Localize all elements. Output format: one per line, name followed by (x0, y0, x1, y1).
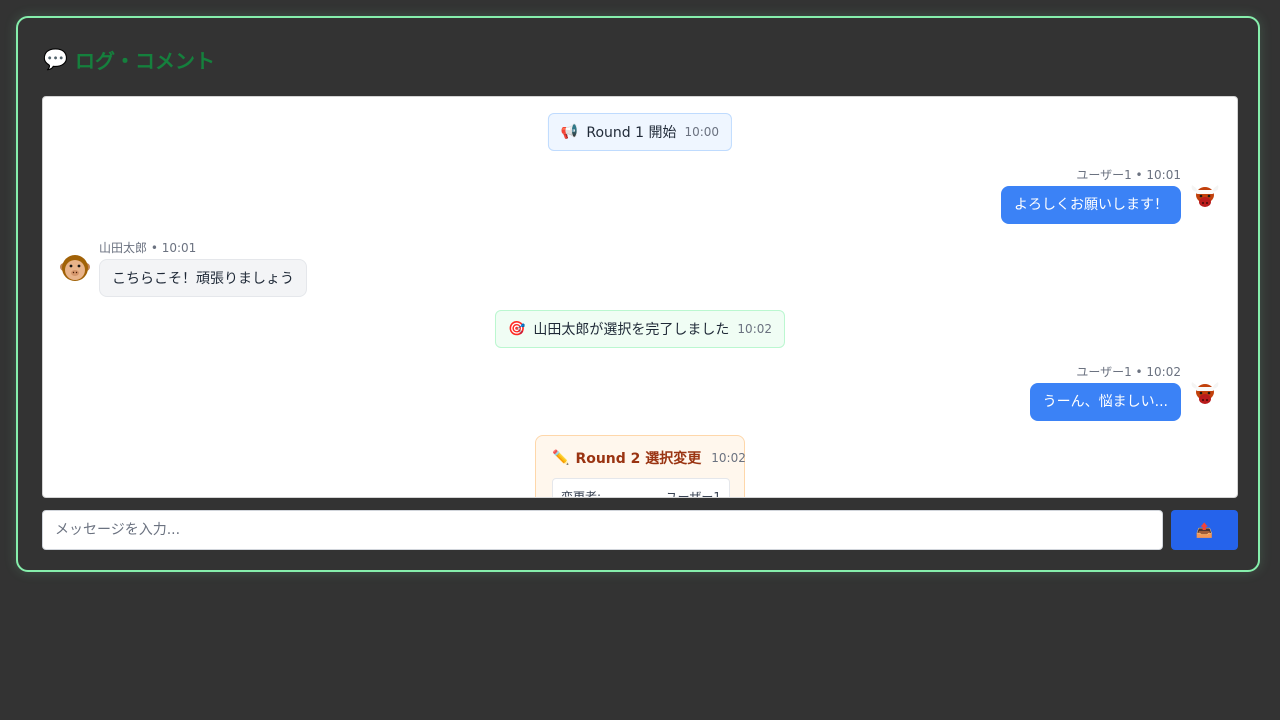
my-message-bubble: よろしくお願いします！ (1001, 186, 1181, 224)
panel-title: ログ・コメント (75, 48, 215, 73)
megaphone-icon: 📢 (560, 124, 579, 140)
system-message: 🎯 山田太郎が選択を完了しました 10:02 (494, 310, 786, 348)
send-button[interactable]: 📤 (1171, 510, 1238, 550)
message-meta: 山田太郎 • 10:01 (99, 241, 197, 255)
ox-icon (1191, 382, 1219, 404)
change-detail: 変更者: ユーザー1 (552, 478, 730, 498)
system-message: 📢 Round 1 開始 10:00 (547, 113, 733, 151)
chat-log[interactable]: 📢 Round 1 開始 10:00 ユーザー1 • 10:01 よろしくお願い… (42, 96, 1238, 498)
panel-header: 💬 ログ・コメント (43, 44, 215, 74)
message-time: 10:02 (737, 322, 773, 336)
message-meta: ユーザー1 • 10:01 (1076, 168, 1181, 182)
other-message-bubble: こちらこそ！頑張りましょう (99, 259, 307, 297)
speech-bubble-icon: 💬 (43, 47, 68, 71)
log-comment-panel: 💬 ログ・コメント 📢 Round 1 開始 10:00 ユーザー1 • 10:… (16, 16, 1260, 572)
ox-icon (1191, 185, 1219, 207)
system-message-text: 山田太郎が選択を完了しました (533, 322, 730, 338)
outbox-tray-icon: 📤 (1195, 521, 1214, 538)
message-input-row: 📤 (42, 510, 1238, 550)
monkey-icon (60, 255, 90, 281)
change-detail-value: ユーザー1 (665, 490, 721, 498)
selection-change-card: ✏️ Round 2 選択変更 10:02 変更者: ユーザー1 (535, 435, 746, 498)
target-icon: 🎯 (507, 321, 526, 337)
change-detail-label: 変更者: (561, 490, 602, 498)
message-input[interactable] (42, 510, 1163, 550)
system-message-text: Round 1 開始 (586, 125, 677, 141)
change-card-title: Round 2 選択変更 (575, 451, 702, 467)
change-card-header: ✏️ Round 2 選択変更 10:02 (552, 448, 746, 468)
my-message-bubble: うーん、悩ましい... (1029, 383, 1181, 421)
message-time: 10:00 (684, 125, 720, 139)
pencil-icon: ✏️ (552, 450, 570, 466)
message-meta: ユーザー1 • 10:02 (1076, 365, 1181, 379)
message-time: 10:02 (711, 451, 746, 465)
